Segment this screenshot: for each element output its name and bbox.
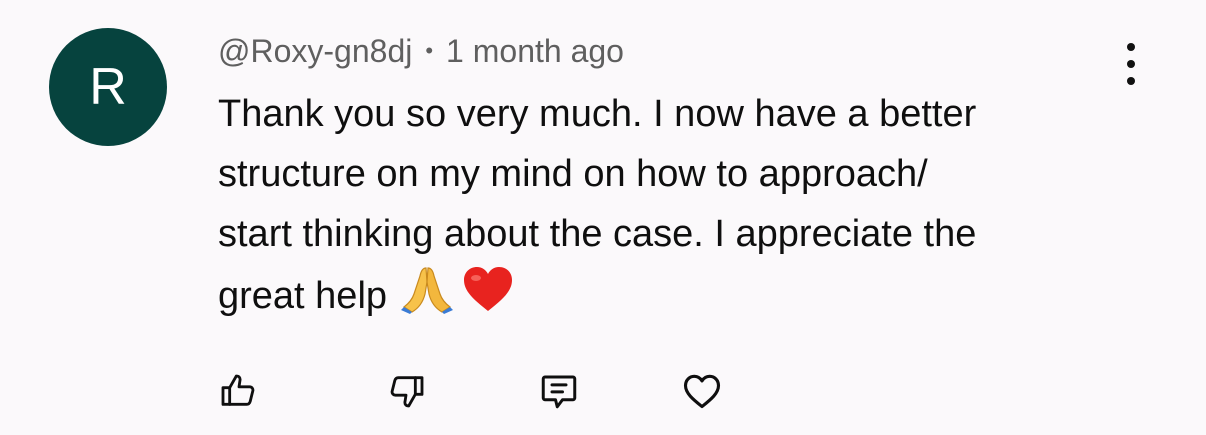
comment-card: R @Roxy-gn8dj • 1 month ago Thank you so…	[0, 0, 1206, 435]
comment-text-line: great help	[218, 275, 388, 318]
comment-text-line: Thank you so very much. I now have a bet…	[218, 93, 977, 135]
reply-button[interactable]	[537, 369, 581, 413]
separator-dot: •	[425, 38, 434, 63]
dislike-button[interactable]	[385, 369, 429, 413]
author-name[interactable]: @Roxy-gn8dj	[218, 33, 412, 70]
comment-text-line: structure on my mind on how to approach/	[218, 153, 928, 195]
red-heart-emoji	[461, 264, 515, 332]
comment-text-line: start thinking about the case. I appreci…	[218, 213, 977, 255]
heart-button[interactable]	[680, 369, 724, 413]
more-options-button[interactable]	[1112, 41, 1150, 87]
thumbs-down-icon	[390, 376, 424, 408]
folded-hands-emoji	[399, 264, 455, 332]
avatar-letter: R	[89, 58, 127, 116]
more-vertical-icon	[1127, 43, 1135, 51]
comment-text-last-line: great help	[218, 264, 1118, 332]
avatar[interactable]: R	[49, 28, 167, 146]
comment-timestamp[interactable]: 1 month ago	[446, 33, 624, 70]
thumbs-up-icon	[221, 374, 255, 406]
more-vertical-icon-dot	[1127, 77, 1135, 85]
heart-icon	[683, 374, 721, 409]
comment-text: Thank you so very much. I now have a bet…	[218, 84, 1118, 332]
more-vertical-icon-dot	[1127, 60, 1135, 68]
like-button[interactable]	[216, 369, 260, 413]
comment-header: @Roxy-gn8dj • 1 month ago	[218, 31, 624, 71]
comment-icon	[541, 375, 577, 409]
